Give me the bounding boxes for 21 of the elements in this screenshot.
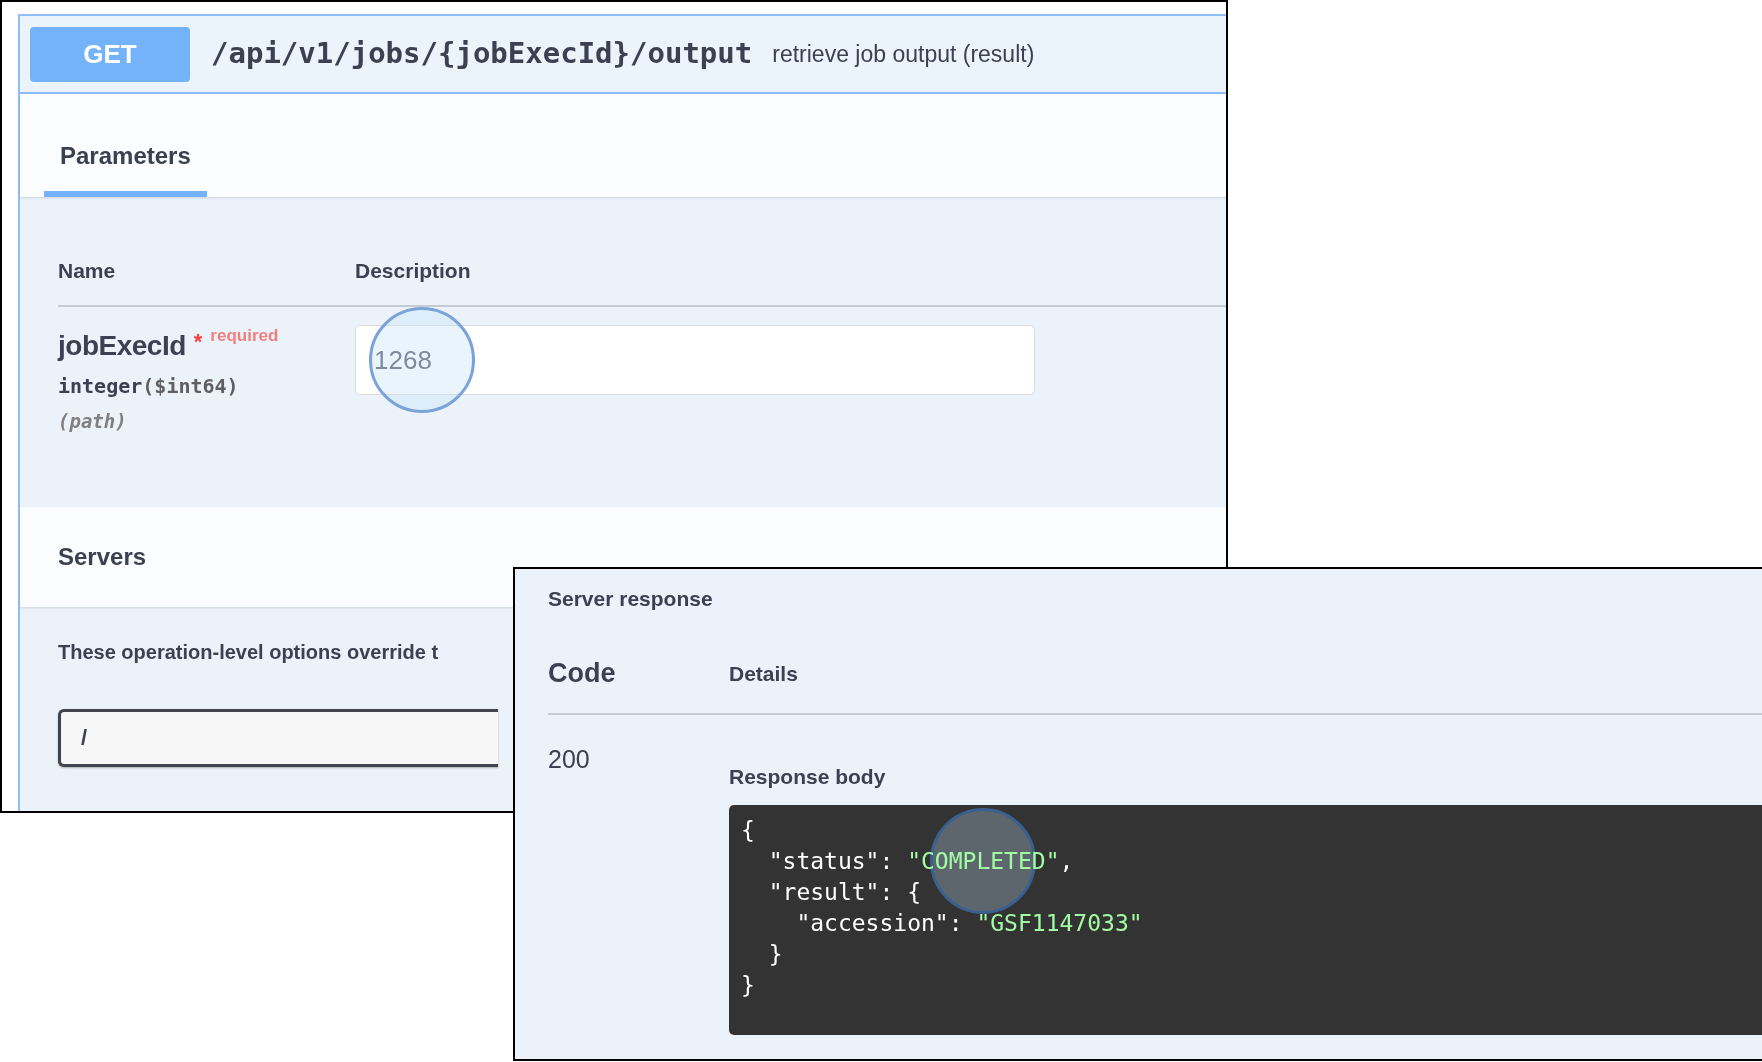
parameter-location: (path) [58, 409, 128, 434]
servers-note: These operation-level options override t [58, 640, 439, 665]
column-header: Details [729, 660, 798, 687]
parameters-tab[interactable]: Parameters [44, 121, 207, 197]
required-mark: * [193, 328, 203, 356]
required-label: required [210, 325, 279, 347]
column-header: Name [58, 258, 117, 284]
section-title: Servers [58, 542, 147, 572]
parameter-format: ($int64) [142, 373, 239, 400]
parameter-name: jobExecId [58, 329, 186, 363]
method-badge: GET [30, 26, 190, 82]
endpoint-summary: retrieve job output (result) [772, 39, 1035, 69]
section-title: Server response [548, 586, 714, 612]
server-select[interactable]: / [58, 709, 498, 767]
endpoint-path: /api/v1/jobs/{jobExecId}/output [211, 35, 753, 73]
column-header: Code [548, 656, 617, 690]
parameter-type: integer [58, 373, 143, 400]
response-body-code: { "status": "COMPLETED", "result": { "accession": "GSF1147033" } } [729, 804, 1762, 1035]
column-header: Description [355, 258, 471, 284]
response-code: 200 [548, 744, 591, 775]
response-body-label: Response body [729, 764, 887, 790]
